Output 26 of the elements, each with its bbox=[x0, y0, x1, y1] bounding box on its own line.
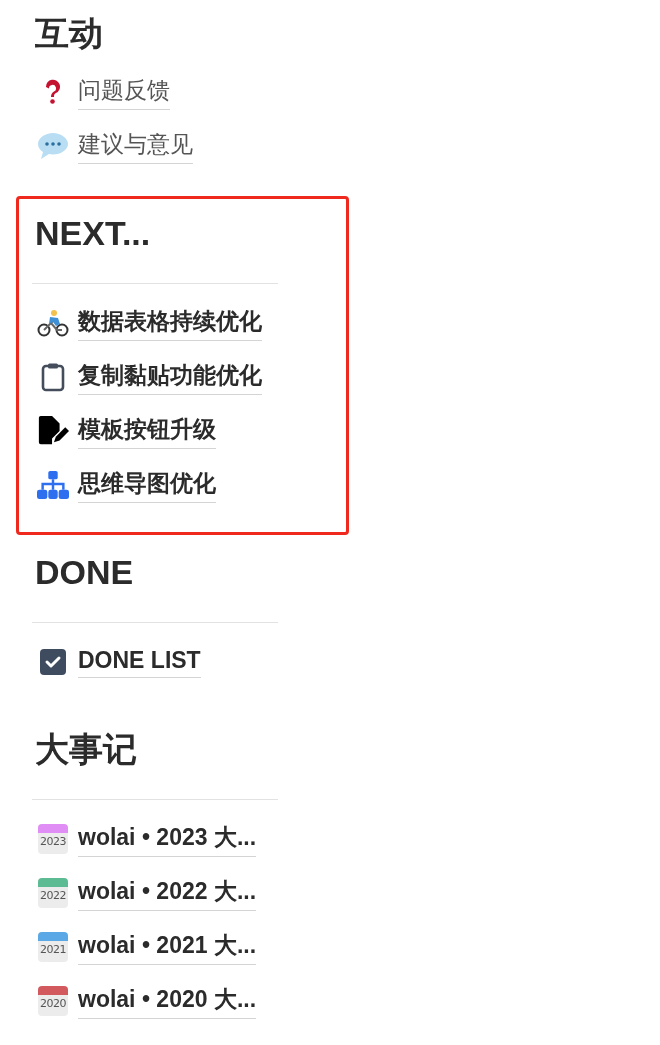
checkbox-icon bbox=[39, 648, 67, 676]
page-link[interactable]: 建议与意见 bbox=[78, 128, 193, 164]
page-link[interactable]: wolai • 2020 大... bbox=[78, 983, 257, 1019]
clipboard-icon bbox=[41, 362, 65, 392]
page-link[interactable]: 模板按钮升级 bbox=[78, 413, 216, 449]
section-heading: 大事记 bbox=[34, 729, 138, 770]
page-link[interactable]: wolai • 2021 大... bbox=[78, 929, 257, 965]
page-link[interactable]: 数据表格持续优化 bbox=[78, 305, 262, 341]
calendar-year: 2023 bbox=[39, 834, 67, 850]
section-heading: 互动 bbox=[34, 13, 104, 54]
page-link[interactable]: 思维导图优化 bbox=[78, 467, 216, 503]
page-link[interactable]: wolai • 2023 大... bbox=[78, 821, 257, 857]
cyclist-icon bbox=[37, 309, 69, 337]
file-edit-icon bbox=[37, 415, 69, 447]
section-heading: NEXT... bbox=[34, 213, 152, 254]
page-link[interactable]: 复制黏贴功能优化 bbox=[78, 359, 262, 395]
question-icon bbox=[44, 79, 62, 105]
page-link[interactable]: DONE LIST bbox=[78, 646, 201, 678]
page-link[interactable]: wolai • 2022 大... bbox=[78, 875, 257, 911]
sitemap-icon bbox=[37, 470, 69, 500]
section-heading: DONE bbox=[34, 552, 135, 593]
calendar-year: 2021 bbox=[39, 942, 67, 958]
calendar-year: 2020 bbox=[39, 996, 67, 1012]
calendar-year: 2022 bbox=[39, 888, 67, 904]
page-link[interactable]: 问题反馈 bbox=[78, 74, 170, 110]
speech-bubble-icon bbox=[37, 131, 69, 161]
